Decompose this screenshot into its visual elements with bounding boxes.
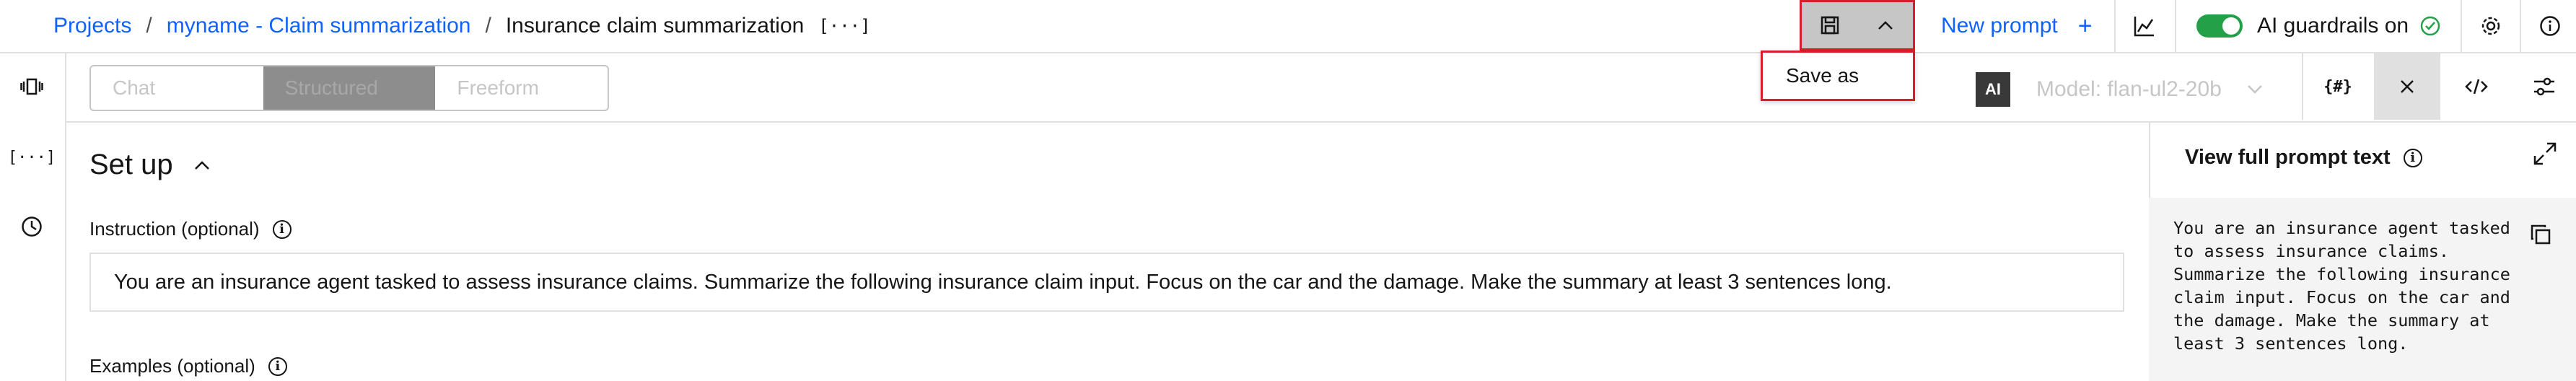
info-icon[interactable]: i [272, 219, 292, 239]
variables-icon[interactable]: [···] [0, 136, 63, 179]
chart-line-icon [2134, 17, 2154, 37]
examples-label-row: Examples (optional) i [89, 355, 287, 377]
model-label: Model: flan-ul2-20b [2036, 77, 2222, 101]
close-icon [2401, 80, 2414, 93]
breadcrumb-project-link[interactable]: myname - Claim summarization [167, 14, 471, 38]
plus-icon: + [2077, 12, 2093, 40]
guardrails-switch[interactable] [2196, 14, 2243, 38]
code-button[interactable] [2443, 53, 2510, 120]
instruction-label: Instruction (optional) [89, 218, 260, 240]
parameters-button[interactable] [2511, 53, 2576, 120]
full-prompt-title: View full prompt text [2185, 146, 2391, 169]
code-icon [2465, 79, 2488, 95]
breadcrumb-separator: / [146, 14, 152, 38]
breadcrumb: Projects / myname - Claim summarization … [53, 0, 871, 52]
setup-section-header[interactable]: Set up [89, 149, 211, 181]
save-options-toggle[interactable] [1857, 2, 1913, 48]
metrics-button[interactable] [2116, 0, 2173, 52]
instruction-label-row: Instruction (optional) i [89, 218, 292, 240]
setup-title: Set up [89, 149, 173, 180]
copy-icon [2531, 224, 2551, 245]
save-icon [1821, 16, 1839, 35]
history-button[interactable] [0, 205, 63, 248]
mode-switcher: Chat Structured Freeform [89, 65, 609, 111]
ai-guardrails-toggle[interactable]: AI guardrails on [2196, 0, 2440, 52]
mode-structured-tab[interactable]: Structured [263, 66, 436, 110]
examples-label: Examples (optional) [89, 355, 255, 377]
time-icon [22, 216, 42, 237]
guardrails-label: AI guardrails on [2257, 14, 2409, 38]
divider [2175, 0, 2176, 52]
model-selector[interactable]: Model: flan-ul2-20b [2036, 69, 2264, 110]
divider [2302, 53, 2303, 120]
new-prompt-button[interactable]: New prompt + [1941, 0, 2093, 52]
expand-button[interactable] [2533, 141, 2557, 170]
info-icon[interactable]: i [268, 356, 287, 376]
sliders-icon [2534, 77, 2554, 96]
ai-badge: AI [1976, 72, 2010, 107]
rail-prompt-button[interactable] [0, 65, 63, 108]
breadcrumb-separator: / [485, 14, 491, 38]
instruction-input[interactable]: You are an insurance agent tasked to ass… [89, 253, 2124, 312]
information-icon [2540, 16, 2560, 36]
info-button[interactable] [2521, 0, 2576, 52]
mode-chat-tab[interactable]: Chat [91, 66, 263, 110]
maximize-icon [2533, 142, 2557, 165]
mode-freeform-tab[interactable]: Freeform [435, 66, 608, 110]
new-prompt-label: New prompt [1941, 14, 2058, 38]
settings-button[interactable] [2462, 0, 2520, 52]
overflow-menu-icon[interactable]: [···] [818, 16, 870, 36]
carousel-icon [20, 78, 43, 95]
info-icon[interactable]: i [2403, 148, 2422, 167]
variable-icon: {#} [2323, 77, 2352, 96]
variables-button[interactable]: {#} [2305, 53, 2371, 120]
full-prompt-text: You are an insurance agent tasked to ass… [2173, 218, 2510, 354]
breadcrumb-projects-link[interactable]: Projects [53, 14, 131, 38]
checkmark-outline-icon [2420, 16, 2440, 36]
close-panel-button[interactable] [2374, 53, 2440, 120]
save-button[interactable] [1802, 2, 1857, 48]
save-button-group [1800, 0, 1915, 51]
breadcrumb-current: Insurance claim summarization [505, 14, 805, 38]
copy-button[interactable] [2530, 224, 2551, 249]
chevron-up-icon [1878, 21, 1893, 30]
full-prompt-header: View full prompt text i [2185, 146, 2422, 170]
chevron-down-icon [2247, 85, 2262, 94]
gear-icon [2481, 17, 2500, 35]
chevron-up-icon [194, 160, 209, 170]
